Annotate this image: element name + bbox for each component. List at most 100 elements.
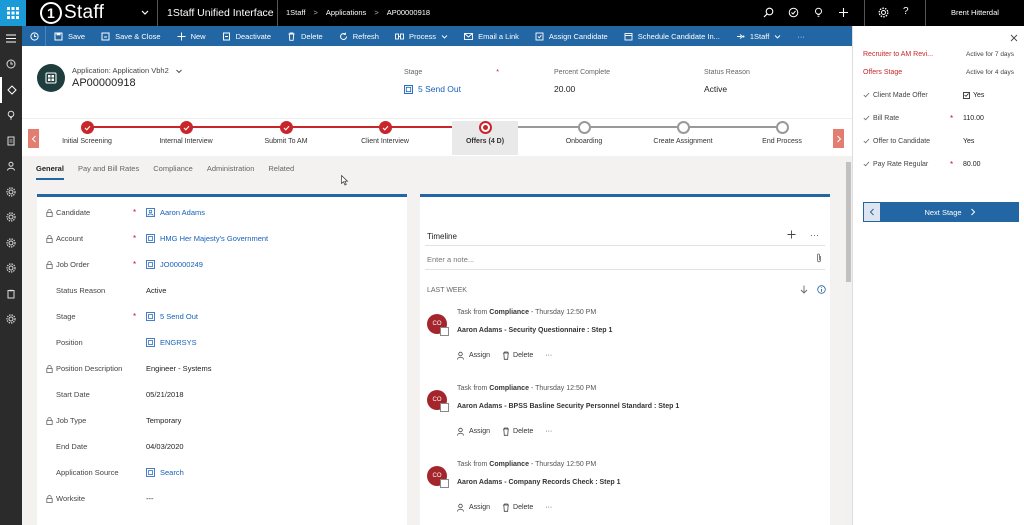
lightbulb-icon[interactable] bbox=[813, 7, 824, 18]
app-switcher-chevron-icon[interactable] bbox=[140, 7, 150, 17]
more-actions-button[interactable]: ··· bbox=[545, 352, 552, 359]
bpf-scroll-left-button[interactable] bbox=[28, 129, 39, 148]
more-actions-button[interactable]: ··· bbox=[545, 504, 552, 511]
bpf-stage[interactable]: Internal Interview bbox=[141, 121, 231, 145]
end-date-input[interactable]: 04/03/2020 bbox=[146, 442, 184, 451]
bpf-stage[interactable]: Submit To AM bbox=[241, 121, 331, 145]
tab-related[interactable]: Related bbox=[268, 164, 294, 180]
flyout-field-offer-to-candidate: Offer to Candidate Yes bbox=[863, 134, 1023, 148]
tab-general[interactable]: General bbox=[36, 164, 64, 180]
bpf-stage[interactable]: Client Interview bbox=[340, 121, 430, 145]
pay-rate-regular-input[interactable]: 80.00 bbox=[963, 161, 981, 168]
tab-pay-and-bill-rates[interactable]: Pay and Bill Rates bbox=[78, 164, 139, 180]
document-icon[interactable] bbox=[0, 128, 22, 154]
delete-button[interactable]: Delete bbox=[279, 26, 331, 46]
candidate-lookup[interactable]: Aaron Adams bbox=[146, 208, 205, 217]
stage-lookup[interactable]: 5 Send Out bbox=[404, 84, 499, 94]
task-flow-icon[interactable] bbox=[788, 7, 799, 18]
more-commands-button[interactable]: ··· bbox=[789, 26, 813, 46]
delete-button[interactable]: Delete bbox=[502, 503, 533, 512]
start-date-input[interactable]: 05/21/2018 bbox=[146, 390, 184, 399]
tab-compliance[interactable]: Compliance bbox=[153, 164, 193, 180]
save-close-button[interactable]: Save & Close bbox=[93, 26, 168, 46]
clipboard-icon[interactable] bbox=[0, 281, 22, 307]
timeline-more-button[interactable]: ··· bbox=[810, 230, 819, 240]
flow-button[interactable]: 1Staff bbox=[728, 26, 789, 46]
account-lookup[interactable]: HMG Her Majesty's Government bbox=[146, 234, 268, 243]
worksite-lookup[interactable]: --- bbox=[146, 494, 154, 503]
note-input[interactable]: Enter a note... bbox=[427, 255, 474, 264]
client-made-offer-checkbox[interactable]: Yes bbox=[963, 91, 984, 99]
bpf-stage[interactable]: Create Assignment bbox=[638, 121, 728, 145]
bpf-stage[interactable]: Onboarding bbox=[539, 121, 629, 145]
process-button[interactable]: Process bbox=[387, 26, 456, 46]
previous-stage-link[interactable]: Recruiter to AM Revi... bbox=[863, 51, 933, 58]
assign-button[interactable]: Assign bbox=[457, 351, 490, 360]
recent-icon[interactable] bbox=[0, 52, 22, 78]
settings-cog-icon[interactable] bbox=[0, 256, 22, 282]
close-icon[interactable] bbox=[1010, 34, 1018, 42]
delete-button[interactable]: Delete bbox=[502, 351, 533, 360]
help-icon[interactable]: ? bbox=[903, 6, 909, 17]
breadcrumb: 1Staff > Applications > AP00000918 bbox=[286, 0, 430, 26]
assign-button[interactable]: Assign bbox=[457, 503, 490, 512]
bpf-stage-active[interactable]: Offers (4 D) bbox=[452, 121, 518, 155]
hamburger-menu-icon[interactable] bbox=[0, 26, 22, 52]
schedule-candidate-button[interactable]: Schedule Candidate In... bbox=[616, 26, 728, 46]
email-link-button[interactable]: Email a Link bbox=[456, 26, 527, 46]
new-button[interactable]: New bbox=[169, 26, 214, 46]
user-name[interactable]: Brent Hitterdal bbox=[951, 0, 999, 26]
bpf-stage-label: Onboarding bbox=[565, 138, 603, 145]
search-icon[interactable] bbox=[763, 7, 774, 18]
delete-button[interactable]: Delete bbox=[502, 427, 533, 436]
plus-icon[interactable] bbox=[838, 7, 849, 18]
timeline-activity[interactable]: CO Task from Compliance - Thursday 12:50… bbox=[420, 309, 830, 379]
person-icon[interactable] bbox=[0, 154, 22, 180]
form-selector[interactable]: Application: Application Vbh2 bbox=[72, 66, 183, 75]
settings-cog-icon[interactable] bbox=[0, 179, 22, 205]
bpf-stage[interactable]: Initial Screening bbox=[42, 121, 132, 145]
status-reason-select[interactable]: Active bbox=[146, 286, 166, 295]
application-source-lookup[interactable]: Search bbox=[146, 468, 184, 477]
position-lookup[interactable]: ENGRSYS bbox=[146, 338, 197, 347]
job-order-lookup[interactable]: JO00000249 bbox=[146, 260, 203, 269]
stage-lookup[interactable]: 5 Send Out bbox=[146, 312, 198, 321]
pinned-icon[interactable] bbox=[0, 77, 22, 103]
field-value: --- bbox=[146, 494, 154, 503]
settings-cog-icon[interactable] bbox=[0, 230, 22, 256]
bill-rate-input[interactable]: 110.00 bbox=[963, 115, 984, 122]
breadcrumb-item[interactable]: 1Staff bbox=[286, 0, 305, 26]
activity-subject[interactable]: Aaron Adams - Company Records Check : St… bbox=[457, 479, 621, 486]
timeline-add-button[interactable] bbox=[787, 230, 796, 239]
attach-paperclip-icon[interactable] bbox=[816, 253, 822, 263]
previous-stage-button[interactable] bbox=[863, 202, 881, 222]
activity-subject[interactable]: Aaron Adams - BPSS Basline Security Pers… bbox=[457, 403, 679, 410]
page-scrollbar[interactable] bbox=[845, 156, 852, 525]
bpf-stage[interactable]: End Process bbox=[737, 121, 827, 145]
sort-arrow-down-icon[interactable] bbox=[800, 285, 808, 294]
scrollbar-thumb[interactable] bbox=[846, 162, 851, 282]
save-button[interactable]: Save bbox=[46, 26, 93, 46]
history-button[interactable] bbox=[22, 26, 46, 46]
bpf-scroll-right-button[interactable] bbox=[833, 129, 844, 148]
activity-subject[interactable]: Aaron Adams - Security Questionnaire : S… bbox=[457, 327, 612, 334]
timeline-activity[interactable]: CO Task from Compliance - Thursday 12:50… bbox=[420, 385, 830, 455]
more-actions-button[interactable]: ··· bbox=[545, 428, 552, 435]
timeline-activity[interactable]: CO Task from Compliance - Thursday 12:50… bbox=[420, 461, 830, 525]
deactivate-button[interactable]: Deactivate bbox=[214, 26, 279, 46]
tab-administration[interactable]: Administration bbox=[207, 164, 255, 180]
app-launcher-waffle-icon[interactable] bbox=[0, 0, 26, 26]
info-icon[interactable] bbox=[817, 285, 826, 294]
gear-icon[interactable] bbox=[878, 7, 889, 18]
chevron-left-icon bbox=[31, 135, 36, 142]
assign-candidate-button[interactable]: Assign Candidate bbox=[527, 26, 616, 46]
lightbulb-icon[interactable] bbox=[0, 103, 22, 129]
settings-cog-icon[interactable] bbox=[0, 205, 22, 231]
previous-stage-duration: Active for 7 days bbox=[966, 51, 1015, 58]
refresh-button[interactable]: Refresh bbox=[331, 26, 387, 46]
next-stage-button[interactable]: Next Stage bbox=[881, 202, 1019, 222]
breadcrumb-item[interactable]: Applications bbox=[326, 0, 366, 26]
offer-to-candidate-toggle[interactable]: Yes bbox=[963, 138, 974, 145]
assign-button[interactable]: Assign bbox=[457, 427, 490, 436]
settings-cog-icon[interactable] bbox=[0, 307, 22, 333]
